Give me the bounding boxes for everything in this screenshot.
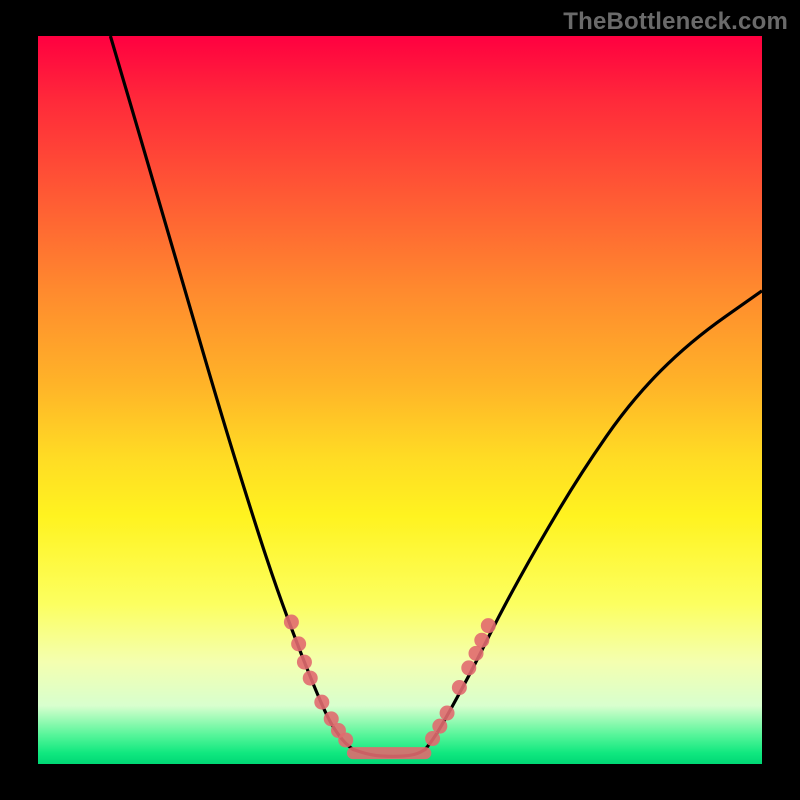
curve-line (110, 36, 762, 756)
data-marker (461, 660, 476, 675)
watermark-text: TheBottleneck.com (563, 8, 788, 36)
data-marker (297, 655, 312, 670)
plot-area (38, 36, 762, 764)
data-marker (452, 680, 467, 695)
data-marker (432, 719, 447, 734)
data-marker (481, 618, 496, 633)
data-marker (314, 695, 329, 710)
chart-frame: TheBottleneck.com (0, 0, 800, 800)
bottleneck-curve (38, 36, 762, 764)
right-marker-cluster (425, 618, 496, 746)
data-marker (440, 706, 455, 721)
data-marker (338, 732, 353, 747)
data-marker (291, 636, 306, 651)
data-marker (284, 615, 299, 630)
data-marker (303, 671, 318, 686)
data-marker (474, 633, 489, 648)
data-marker (469, 646, 484, 661)
